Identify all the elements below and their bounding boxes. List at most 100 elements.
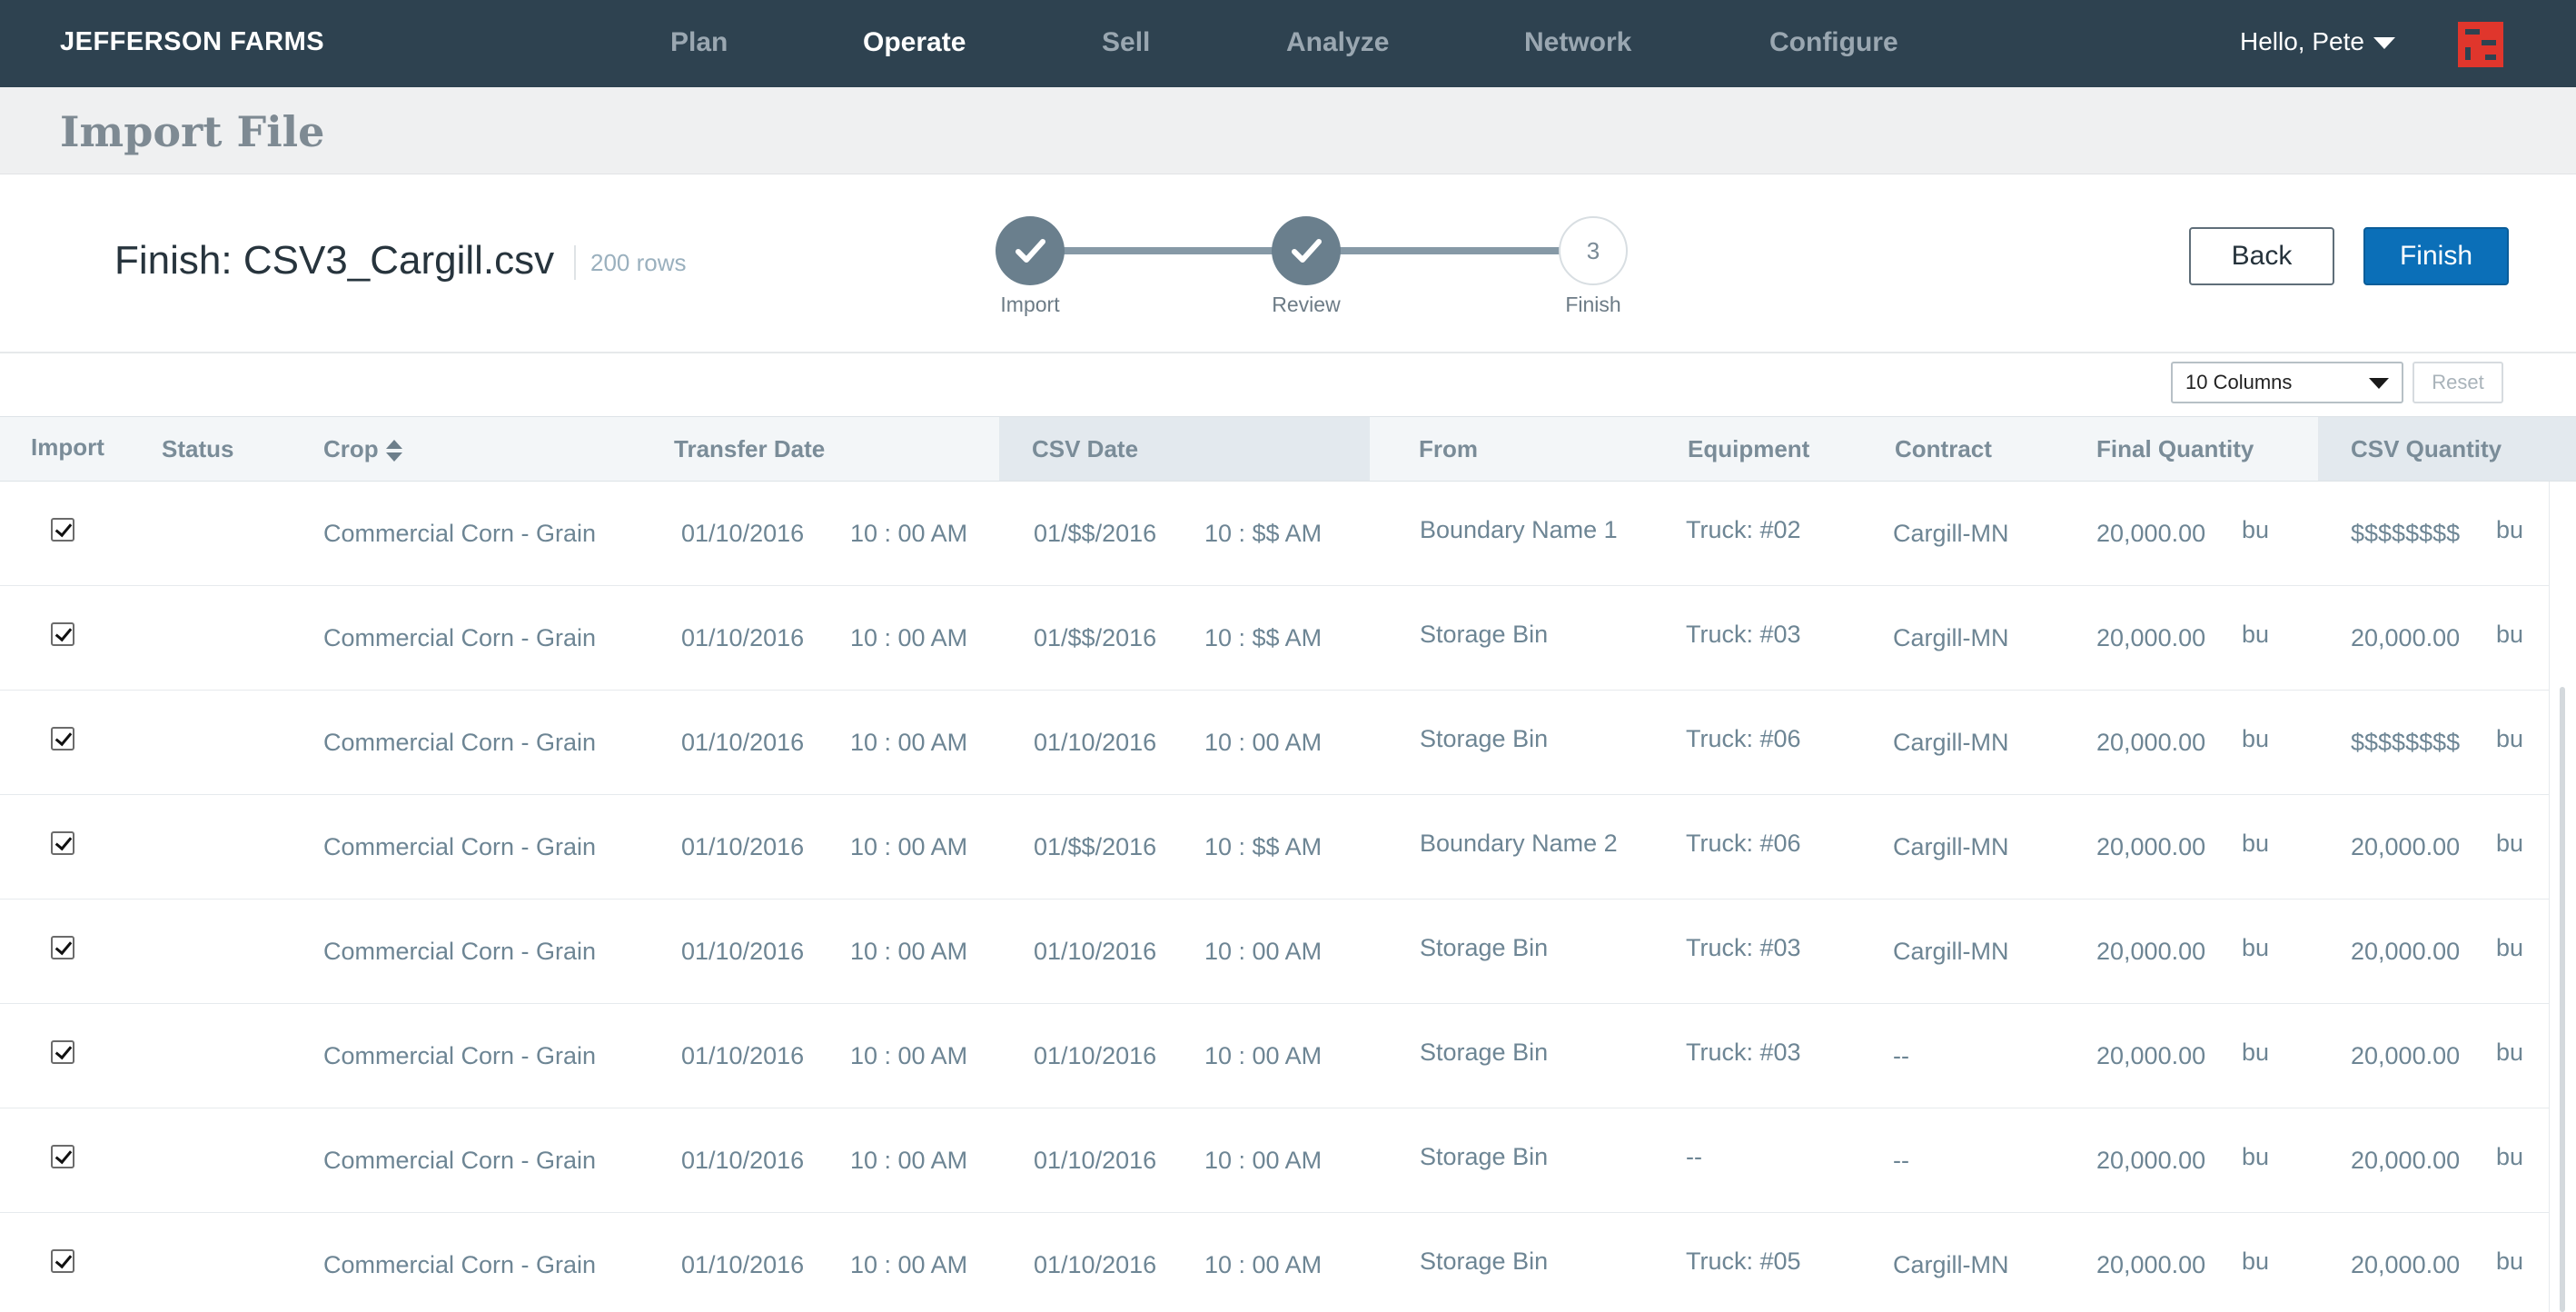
cell-equipment: Truck: #06 xyxy=(1686,830,1801,857)
step-review[interactable] xyxy=(1272,216,1341,285)
table-row[interactable]: Commercial Corn - Grain 01/10/2016 10 : 00… xyxy=(0,1213,2549,1312)
back-button[interactable]: Back xyxy=(2189,227,2334,285)
cell-final-quantity: 20,000.00 xyxy=(2096,729,2206,756)
cell-crop: Commercial Corn - Grain xyxy=(323,1147,597,1174)
cell-final-quantity: 20,000.00 xyxy=(2096,624,2206,651)
cell-from: Storage Bin xyxy=(1420,1039,1549,1066)
nav-operate[interactable]: Operate xyxy=(863,27,966,58)
nav-plan[interactable]: Plan xyxy=(670,27,728,58)
cell-csv-time: 10 : $$ AM xyxy=(1204,833,1323,860)
checkmark-icon xyxy=(1016,239,1045,263)
col-from[interactable]: From xyxy=(1419,417,1478,481)
cell-from: Storage Bin xyxy=(1420,725,1549,752)
cell-csv-date: 01/$$/2016 xyxy=(1034,520,1157,547)
nav-sell[interactable]: Sell xyxy=(1102,27,1150,58)
cell-csv-date: 01/$$/2016 xyxy=(1034,624,1157,651)
top-nav: JEFFERSON FARMS Plan Operate Sell Analyz… xyxy=(0,0,2576,87)
cell-transfer-date: 01/10/2016 xyxy=(681,833,805,860)
import-checkbox[interactable] xyxy=(51,518,74,542)
cell-csv-time: 10 : 00 AM xyxy=(1204,1251,1323,1278)
cell-equipment: Truck: #03 xyxy=(1686,621,1801,648)
import-checkbox[interactable] xyxy=(51,1145,74,1168)
import-checkbox[interactable] xyxy=(51,727,74,750)
cell-csv-unit: bu xyxy=(2496,1143,2524,1170)
step-label-finish: Finish xyxy=(1565,293,1621,316)
cell-from: Storage Bin xyxy=(1420,934,1549,961)
cell-final-unit: bu xyxy=(2242,1143,2270,1170)
table-row[interactable]: Commercial Corn - Grain 01/10/2016 10 : 00… xyxy=(0,795,2549,900)
table-row[interactable]: Commercial Corn - Grain 01/10/2016 10 : 00… xyxy=(0,1004,2549,1108)
cell-csv-unit: bu xyxy=(2496,1039,2524,1066)
cell-transfer-time: 10 : 00 AM xyxy=(850,520,968,547)
import-checkbox[interactable] xyxy=(51,831,74,855)
user-greeting: Hello, Pete xyxy=(2240,27,2364,55)
cell-transfer-time: 10 : 00 AM xyxy=(850,1042,968,1069)
col-equipment[interactable]: Equipment xyxy=(1688,417,1809,481)
cell-transfer-date: 01/10/2016 xyxy=(681,1042,805,1069)
col-crop-label: Crop xyxy=(323,435,379,462)
cell-csv-quantity: 20,000.00 xyxy=(2351,1042,2461,1069)
col-csv-quantity[interactable]: CSV Quantity xyxy=(2318,417,2576,481)
col-contract[interactable]: Contract xyxy=(1895,417,1992,481)
col-transfer-date[interactable]: Transfer Date xyxy=(674,417,825,481)
rows-count: 200 rows xyxy=(574,245,687,280)
cell-equipment: Truck: #06 xyxy=(1686,725,1801,752)
col-import[interactable]: Import xyxy=(31,417,104,481)
cell-csv-unit: bu xyxy=(2496,1247,2524,1275)
cell-transfer-time: 10 : 00 AM xyxy=(850,938,968,965)
table-row[interactable]: Commercial Corn - Grain 01/10/2016 10 : 00… xyxy=(0,691,2549,795)
col-final-quantity[interactable]: Final Quantity xyxy=(2096,417,2254,481)
cell-crop: Commercial Corn - Grain xyxy=(323,624,597,651)
page-title-bar: Import File xyxy=(0,87,2576,174)
table-row[interactable]: Commercial Corn - Grain 01/10/2016 10 : 00… xyxy=(0,586,2549,691)
finish-button[interactable]: Finish xyxy=(2363,227,2509,285)
import-checkbox[interactable] xyxy=(51,622,74,646)
sort-icon[interactable] xyxy=(385,438,402,463)
cell-from: Storage Bin xyxy=(1420,621,1549,648)
reset-button[interactable]: Reset xyxy=(2413,362,2503,403)
cell-final-quantity: 20,000.00 xyxy=(2096,520,2206,547)
columns-select[interactable]: 10 Columns xyxy=(2171,362,2403,403)
farm-logo-icon[interactable] xyxy=(2458,22,2503,67)
col-status[interactable]: Status xyxy=(162,417,233,481)
cell-crop: Commercial Corn - Grain xyxy=(323,1042,597,1069)
cell-from: Storage Bin xyxy=(1420,1247,1549,1275)
import-checkbox[interactable] xyxy=(51,1040,74,1064)
nav-configure[interactable]: Configure xyxy=(1769,27,1898,58)
cell-equipment: Truck: #02 xyxy=(1686,516,1801,543)
cell-csv-date: 01/10/2016 xyxy=(1034,1147,1157,1174)
cell-contract: Cargill-MN xyxy=(1893,938,2009,965)
step-import[interactable] xyxy=(996,216,1065,285)
cell-transfer-time: 10 : 00 AM xyxy=(850,833,968,860)
nav-network[interactable]: Network xyxy=(1524,27,1631,58)
cell-csv-quantity: 20,000.00 xyxy=(2351,1251,2461,1278)
scrollbar-thumb[interactable] xyxy=(2560,687,2565,1312)
cell-contract: Cargill-MN xyxy=(1893,729,2009,756)
cell-final-unit: bu xyxy=(2242,1247,2270,1275)
cell-csv-time: 10 : 00 AM xyxy=(1204,1042,1323,1069)
cell-csv-quantity: 20,000.00 xyxy=(2351,1147,2461,1174)
table-row[interactable]: Commercial Corn - Grain 01/10/2016 10 : 00… xyxy=(0,900,2549,1004)
cell-final-quantity: 20,000.00 xyxy=(2096,938,2206,965)
step-label-review: Review xyxy=(1272,293,1341,316)
brand-name[interactable]: JEFFERSON FARMS xyxy=(60,27,324,57)
import-checkbox[interactable] xyxy=(51,1249,74,1273)
cell-equipment: Truck: #05 xyxy=(1686,1247,1801,1275)
cell-from: Storage Bin xyxy=(1420,1143,1549,1170)
import-checkbox[interactable] xyxy=(51,936,74,959)
cell-equipment: Truck: #03 xyxy=(1686,934,1801,961)
cell-csv-date: 01/10/2016 xyxy=(1034,938,1157,965)
user-menu[interactable]: Hello, Pete xyxy=(2240,27,2395,56)
nav-analyze[interactable]: Analyze xyxy=(1286,27,1389,58)
columns-select-value: 10 Columns xyxy=(2185,371,2293,393)
cell-csv-unit: bu xyxy=(2496,516,2524,543)
col-crop[interactable]: Crop xyxy=(323,417,402,481)
cell-csv-date: 01/10/2016 xyxy=(1034,729,1157,756)
cell-transfer-date: 01/10/2016 xyxy=(681,729,805,756)
step-finish[interactable]: 3 xyxy=(1559,216,1628,285)
col-csv-date[interactable]: CSV Date xyxy=(999,417,1370,481)
cell-crop: Commercial Corn - Grain xyxy=(323,833,597,860)
table-row[interactable]: Commercial Corn - Grain 01/10/2016 10 : 00… xyxy=(0,1108,2549,1213)
cell-contract: Cargill-MN xyxy=(1893,624,2009,651)
table-row[interactable]: Commercial Corn - Grain 01/10/2016 10 : 00… xyxy=(0,482,2549,586)
